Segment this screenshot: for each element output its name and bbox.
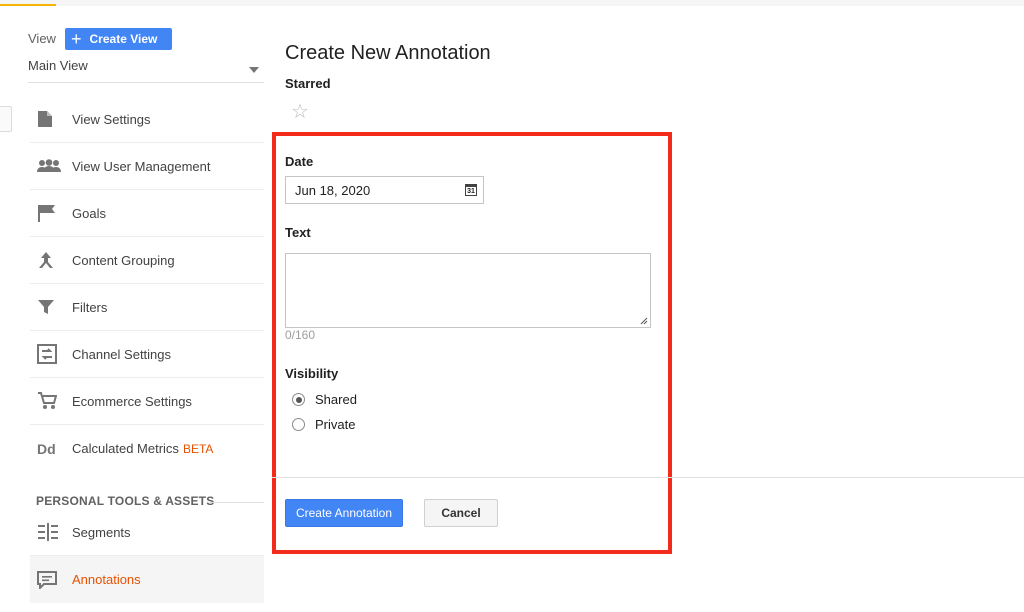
section-divider	[210, 502, 264, 503]
view-selector[interactable]: Main View	[28, 58, 264, 83]
calendar-icon[interactable]: 31	[465, 184, 477, 196]
document-icon	[30, 110, 72, 128]
selected-view: Main View	[28, 58, 88, 73]
sidebar-item-label: View Settings	[72, 111, 151, 127]
visibility-option-shared[interactable]: Shared	[292, 392, 357, 407]
sidebar-item-filters[interactable]: Filters	[30, 284, 264, 331]
filter-icon	[30, 298, 72, 316]
sidebar-item-label: Goals	[72, 205, 106, 221]
create-view-button[interactable]: + Create View	[65, 28, 172, 50]
sidebar-item-ecommerce-settings[interactable]: Ecommerce Settings	[30, 378, 264, 425]
sidebar-item-view-settings[interactable]: View Settings	[30, 96, 264, 143]
view-label: View	[28, 31, 56, 46]
dd-icon: Dd	[37, 440, 56, 457]
sidebar-item-content-grouping[interactable]: Content Grouping	[30, 237, 264, 284]
form-divider	[272, 477, 1024, 478]
char-counter: 0/160	[285, 328, 316, 342]
sidebar-item-view-user-management[interactable]: View User Management	[30, 143, 264, 190]
create-annotation-button[interactable]: Create Annotation	[285, 499, 403, 527]
sidebar-item-goals[interactable]: Goals	[30, 190, 264, 237]
starred-label: Starred	[285, 76, 331, 91]
cancel-button[interactable]: Cancel	[424, 499, 498, 527]
radio-private[interactable]	[292, 418, 305, 431]
grouping-icon	[30, 251, 72, 269]
sidebar-item-label: Filters	[72, 299, 108, 315]
annotations-icon	[30, 570, 72, 589]
caret-down-icon	[249, 67, 259, 73]
personal-nav: Segments Annotations	[30, 509, 264, 603]
segments-icon	[30, 523, 72, 541]
view-nav: View Settings View User Management Goals…	[30, 96, 264, 472]
channel-settings-icon	[30, 344, 72, 364]
radio-shared[interactable]	[292, 393, 305, 406]
sidebar-item-calculated-metrics[interactable]: Dd Calculated Metrics BETA	[30, 425, 264, 472]
sidebar-item-label: Segments	[72, 524, 131, 540]
cart-icon	[30, 392, 72, 410]
sidebar-item-label: Ecommerce Settings	[72, 393, 192, 409]
beta-badge: BETA	[182, 441, 214, 456]
radio-shared-label: Shared	[315, 392, 357, 407]
date-field[interactable]: Jun 18, 2020 31	[285, 176, 484, 204]
sidebar-item-segments[interactable]: Segments	[30, 509, 264, 556]
radio-private-label: Private	[315, 417, 356, 432]
annotation-text-input[interactable]	[285, 253, 651, 328]
users-icon	[30, 159, 72, 173]
flag-icon	[30, 204, 72, 222]
personal-tools-header: PERSONAL TOOLS & ASSETS	[36, 494, 215, 508]
sidebar-item-label: Calculated Metrics	[72, 441, 179, 456]
sidebar-item-label: View User Management	[72, 158, 211, 174]
sidebar-item-label: Content Grouping	[72, 252, 175, 268]
create-view-label: Create View	[89, 32, 158, 46]
sidebar-item-label: Annotations	[72, 572, 141, 587]
resize-grip-icon[interactable]	[640, 317, 648, 325]
sidebar-item-channel-settings[interactable]: Channel Settings	[30, 331, 264, 378]
top-bar	[0, 0, 1024, 6]
page-title: Create New Annotation	[285, 42, 491, 64]
date-value: Jun 18, 2020	[295, 182, 371, 198]
sidebar-item-label: Channel Settings	[72, 346, 172, 362]
date-label: Date	[285, 154, 314, 169]
text-label: Text	[285, 225, 311, 240]
sidebar-item-annotations[interactable]: Annotations	[30, 556, 264, 603]
visibility-label: Visibility	[285, 366, 339, 381]
plus-icon: +	[71, 29, 82, 49]
top-bar-accent	[0, 4, 56, 6]
star-outline-icon[interactable]: ☆	[291, 102, 309, 122]
visibility-option-private[interactable]: Private	[292, 417, 355, 432]
sidebar-collapse-handle[interactable]	[0, 106, 12, 132]
